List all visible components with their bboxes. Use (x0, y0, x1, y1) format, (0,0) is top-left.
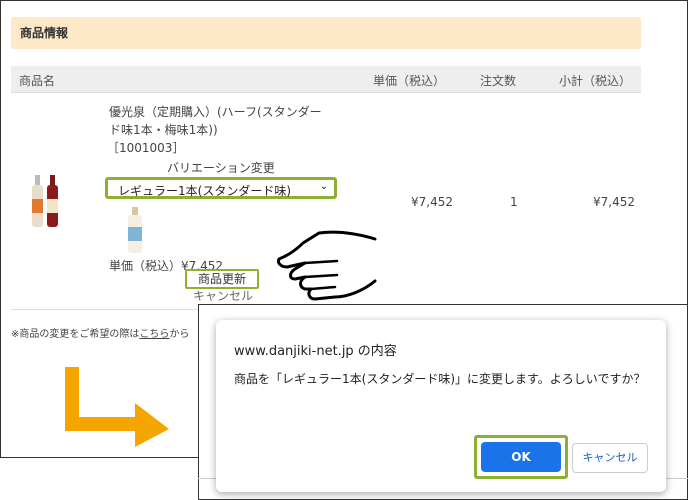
ok-button[interactable]: OK (481, 442, 561, 472)
product-code: ［1001003］ (107, 141, 185, 155)
variation-select-value: レギュラー1本(スタンダード味) (118, 184, 291, 198)
update-product-button[interactable]: 商品更新 (185, 269, 259, 289)
row-unit-price: ¥7,452 (411, 195, 453, 209)
cancel-link[interactable]: キャンセル (193, 287, 253, 304)
confirm-dialog: www.danjiki-net.jp の内容 商品を「レギュラー1本(スタンダー… (216, 320, 666, 492)
chevron-down-icon: ⌄ (319, 181, 328, 192)
row-subtotal: ¥7,452 (593, 195, 635, 209)
arrow-icon (65, 367, 169, 447)
variation-select[interactable]: レギュラー1本(スタンダード味) ⌄ (105, 177, 337, 199)
header-product-name: 商品名 (19, 74, 56, 88)
product-name-line1: 優光泉（定期購入）(ハーフ(スタンダー (109, 105, 322, 119)
variation-label: バリエーション変更 (167, 161, 275, 175)
ok-highlight: OK (474, 435, 568, 479)
product-image (32, 175, 58, 227)
product-name-line2: ド味1本・梅味1本)) (109, 123, 218, 137)
change-note: ※商品の変更をご希望の際はこちらから (11, 325, 189, 340)
variation-image (128, 207, 142, 253)
change-note-prefix: ※商品の変更をご希望の際は (11, 329, 140, 340)
pointing-hand-icon (277, 230, 377, 301)
dialog-origin: www.danjiki-net.jp の内容 (234, 344, 397, 359)
cancel-button[interactable]: キャンセル (572, 443, 648, 473)
dialog-message: 商品を「レギュラー1本(スタンダード味)」に変更します。よろしいですか？ (234, 372, 646, 386)
table-header: 商品名 単価（税込） 注文数 小計（税込） (11, 66, 641, 92)
section-title: 商品情報 (11, 17, 641, 49)
change-note-link[interactable]: こちら (139, 329, 169, 340)
row-divider (11, 92, 641, 93)
header-unit-price: 単価（税込） (373, 74, 446, 88)
change-note-suffix: から (169, 329, 190, 340)
header-subtotal: 小計（税込） (559, 74, 632, 88)
row-qty: 1 (510, 195, 518, 209)
header-qty: 注文数 (480, 74, 517, 88)
